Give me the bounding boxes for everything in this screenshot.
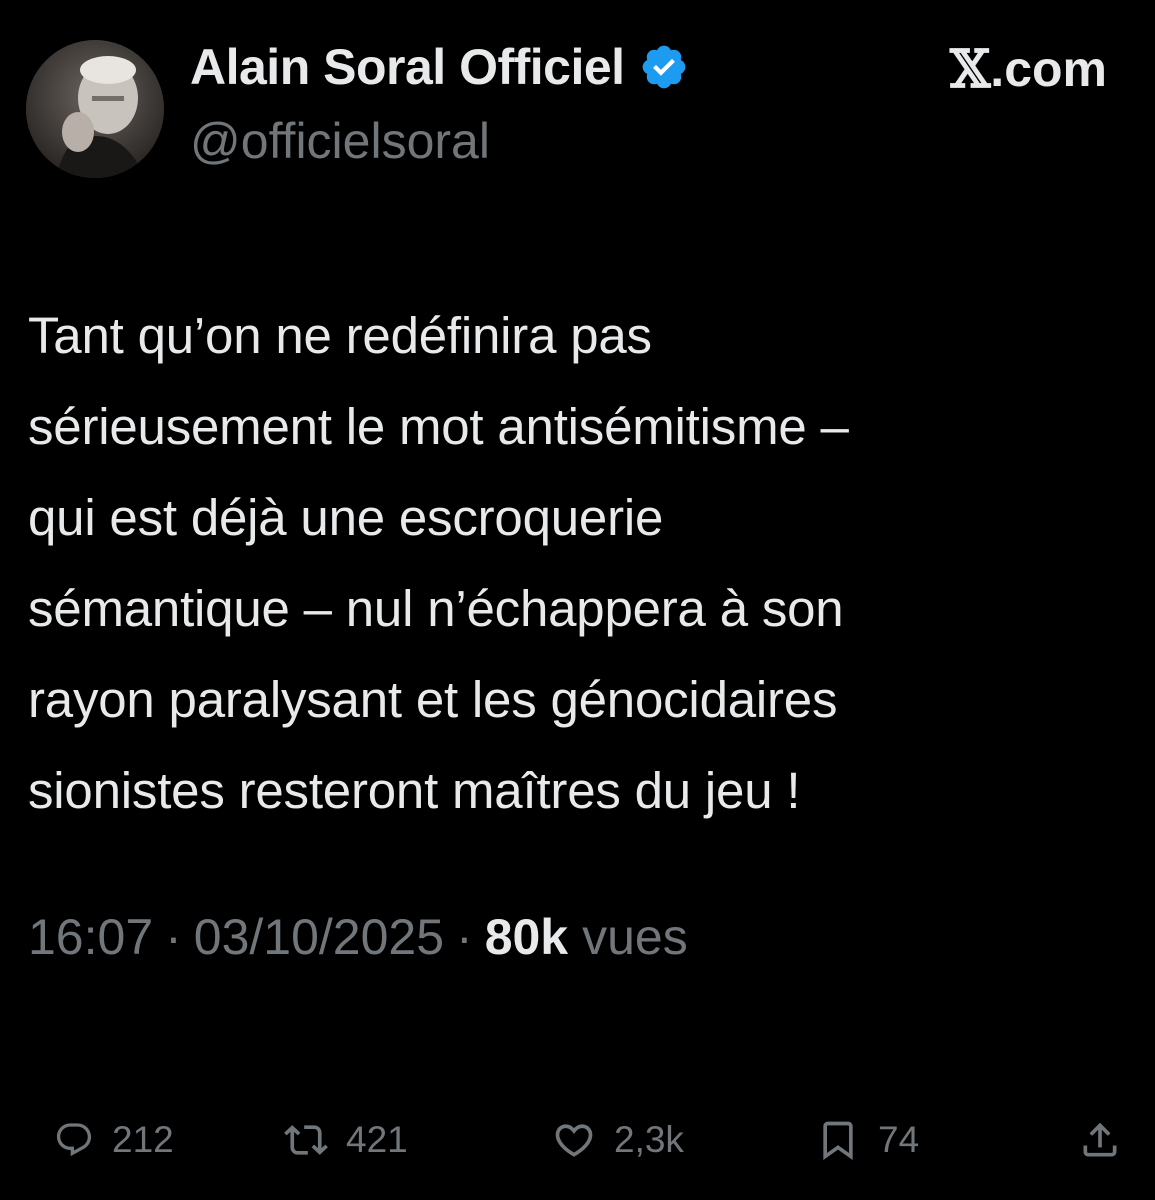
source-label: 𝕏 .com [950,38,1107,100]
views-count: 80k [484,909,569,965]
tweet-text-line: rayon paralysant et les génocidaires [28,671,838,728]
bookmark-count: 74 [878,1119,920,1160]
views-label: vues [582,909,688,965]
x-logo-icon: 𝕏 [949,38,991,100]
tweet-text: Tant qu’on ne redéfinira pas sérieusemen… [28,290,1128,836]
tweet-text-line: qui est déjà une escroquerie [28,489,664,546]
tweet-text-line: sionistes resteront maîtres du jeu ! [28,762,801,819]
tweet-meta: 16:07 · 03/10/2025 · 80k vues [28,908,688,966]
tweet-card: Alain Soral Officiel @officielsoral 𝕏 .c… [0,0,1155,1200]
share-icon [1078,1118,1122,1162]
tweet-text-line: Tant qu’on ne redéfinira pas [28,307,652,364]
like-button[interactable]: 2,3k [552,1110,684,1170]
like-count: 2,3k [614,1119,684,1160]
display-name[interactable]: Alain Soral Officiel [190,38,625,96]
heart-icon [552,1118,596,1162]
meta-separator: · [165,909,182,965]
tweet-date[interactable]: 03/10/2025 [194,908,444,966]
tweet-time[interactable]: 16:07 [28,908,153,966]
meta-separator: · [456,909,473,965]
share-button[interactable] [1078,1110,1122,1170]
tweet-text-line: sémantique – nul n’échappera à son [28,580,844,637]
author-handle[interactable]: @officielsoral [190,112,490,170]
author-name-row: Alain Soral Officiel [190,36,689,98]
reply-count: 212 [112,1119,174,1160]
repost-count: 421 [346,1119,408,1160]
reply-button[interactable]: 212 [54,1110,174,1170]
bookmark-button[interactable]: 74 [816,1110,919,1170]
action-bar: 212 421 2,3k 74 [0,1110,1155,1170]
verified-badge-icon [639,42,689,92]
tweet-text-line: sérieusement le mot antisémitisme – [28,398,849,455]
bookmark-icon [816,1118,860,1162]
avatar[interactable] [26,40,164,178]
source-domain: .com [990,41,1107,97]
repost-icon [284,1118,328,1162]
repost-button[interactable]: 421 [284,1110,408,1170]
reply-icon [54,1120,94,1160]
